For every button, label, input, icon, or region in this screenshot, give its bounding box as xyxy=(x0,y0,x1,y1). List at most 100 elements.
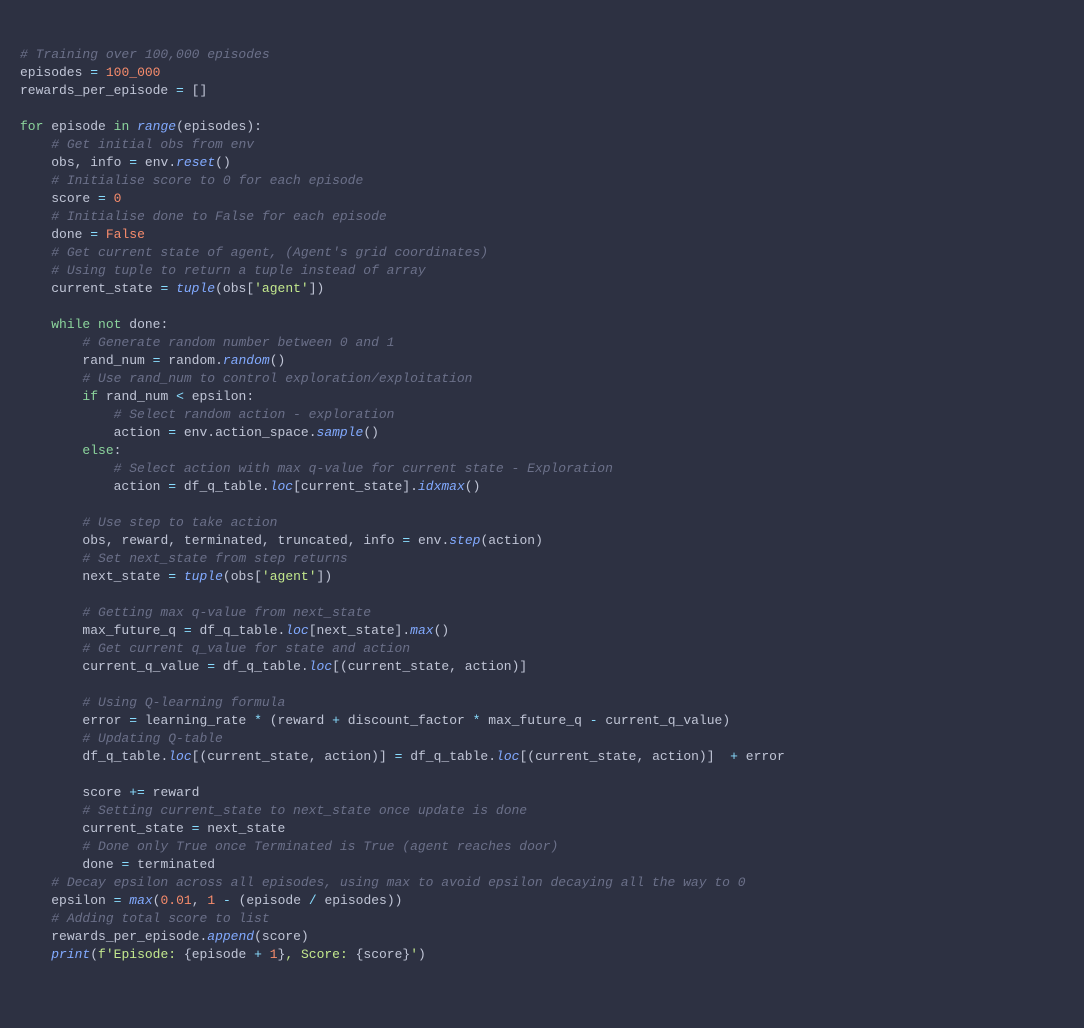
token: for xyxy=(20,119,43,134)
token: . xyxy=(168,155,176,170)
token: ) xyxy=(395,893,403,908)
token: score xyxy=(262,929,301,944)
token: ] xyxy=(519,659,527,674)
token: ( xyxy=(527,749,535,764)
token: ) xyxy=(387,893,395,908)
token: step xyxy=(449,533,480,548)
token: truncated xyxy=(278,533,348,548)
token: df_q_table xyxy=(223,659,301,674)
token: ( xyxy=(215,155,223,170)
token: ( xyxy=(340,659,348,674)
token: , xyxy=(106,533,114,548)
token: [ xyxy=(309,623,317,638)
token: else xyxy=(82,443,113,458)
token: ) xyxy=(418,947,426,962)
token: obs xyxy=(82,533,105,548)
token: ' xyxy=(410,947,418,962)
token: ) xyxy=(722,713,730,728)
token: loc xyxy=(168,749,191,764)
token: loc xyxy=(496,749,519,764)
token: ( xyxy=(270,713,278,728)
token: ] xyxy=(707,749,715,764)
token: 'agent' xyxy=(254,281,309,296)
token: df_q_table xyxy=(184,479,262,494)
token: * xyxy=(473,713,481,728)
token: [ xyxy=(332,659,340,674)
token: : xyxy=(160,317,168,332)
token: ) xyxy=(699,749,707,764)
token: = xyxy=(168,479,176,494)
token: action xyxy=(114,425,161,440)
token: = xyxy=(176,83,184,98)
token: ( xyxy=(90,947,98,962)
token: . xyxy=(301,659,309,674)
token: = xyxy=(402,533,410,548)
token: , xyxy=(75,155,83,170)
token: range xyxy=(137,119,176,134)
token: 'Episode: xyxy=(106,947,184,962)
token: = xyxy=(114,893,122,908)
token: = xyxy=(129,713,137,728)
comment: # Done only True once Terminated is True… xyxy=(82,839,558,854)
comment: # Initialise done to False for each epis… xyxy=(51,209,386,224)
token: loc xyxy=(270,479,293,494)
token: epsilon xyxy=(192,389,247,404)
token: learning_rate xyxy=(145,713,246,728)
token: action xyxy=(324,749,371,764)
token: = xyxy=(168,425,176,440)
token: print xyxy=(51,947,90,962)
comment: # Setting current_state to next_state on… xyxy=(82,803,527,818)
token: current_state xyxy=(348,659,449,674)
token: df_q_table xyxy=(82,749,160,764)
token: False xyxy=(106,227,145,242)
token: ) xyxy=(301,929,309,944)
comment: # Getting max q-value from next_state xyxy=(82,605,371,620)
token: episodes xyxy=(20,65,82,80)
token: ( xyxy=(270,353,278,368)
token: episodes xyxy=(324,893,386,908)
token: env xyxy=(418,533,441,548)
token: = xyxy=(184,623,192,638)
token: , xyxy=(636,749,644,764)
token: ( xyxy=(176,119,184,134)
token: loc xyxy=(285,623,308,638)
token: current_state xyxy=(207,749,308,764)
comment: # Decay epsilon across all episodes, usi… xyxy=(51,875,745,890)
token: 0 xyxy=(114,191,122,206)
token: ) xyxy=(223,155,231,170)
token: current_state xyxy=(301,479,402,494)
token: current_q_value xyxy=(605,713,722,728)
token: ) xyxy=(317,281,325,296)
token: info xyxy=(363,533,394,548)
token: 100_000 xyxy=(106,65,161,80)
comment: # Select action with max q-value for cur… xyxy=(114,461,613,476)
token: 'agent' xyxy=(262,569,317,584)
comment: # Using Q-learning formula xyxy=(82,695,285,710)
token: action xyxy=(465,659,512,674)
token: + xyxy=(332,713,340,728)
comment: # Adding total score to list xyxy=(51,911,269,926)
token: current_state xyxy=(535,749,636,764)
comment: # Using tuple to return a tuple instead … xyxy=(51,263,425,278)
token: = xyxy=(160,281,168,296)
token: df_q_table xyxy=(199,623,277,638)
token: , xyxy=(192,893,200,908)
token: ) xyxy=(324,569,332,584)
token: = xyxy=(121,857,129,872)
token: append xyxy=(207,929,254,944)
token: { xyxy=(356,947,364,962)
token: ] xyxy=(309,281,317,296)
token: rewards_per_episode xyxy=(51,929,199,944)
comment: # Get current state of agent, (Agent's g… xyxy=(51,245,488,260)
token: next_state xyxy=(317,623,395,638)
token: done xyxy=(51,227,82,242)
token: tuple xyxy=(184,569,223,584)
token: ) xyxy=(278,353,286,368)
token: 1 xyxy=(270,947,278,962)
token: += xyxy=(129,785,145,800)
token: ( xyxy=(223,569,231,584)
token: ) xyxy=(535,533,543,548)
token: obs xyxy=(223,281,246,296)
token: rand_num xyxy=(106,389,168,404)
token: : xyxy=(246,389,254,404)
